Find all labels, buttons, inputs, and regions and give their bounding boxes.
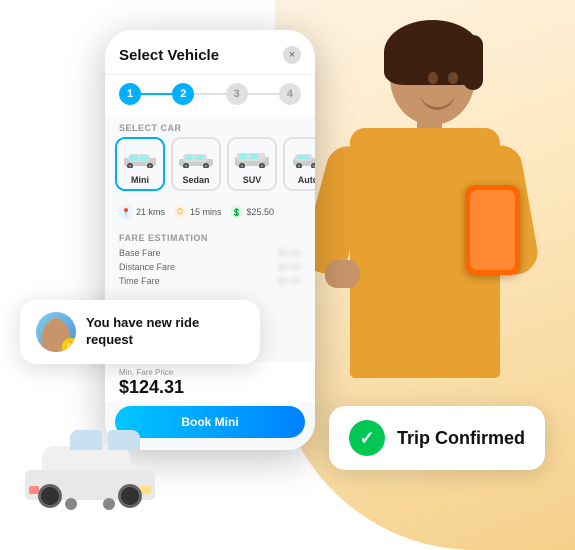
bell-icon: 🔔 (62, 338, 76, 352)
car-sedan-icon-area (177, 145, 215, 173)
car-mini-label: Mini (121, 175, 159, 185)
trip-confirmed-card: ✓ Trip Confirmed (329, 406, 545, 470)
fare-row-base: Base Fare $0.00 (119, 248, 301, 258)
min-fare-label: Min. Fare Price (119, 368, 301, 377)
time-fare-label: Time Fare (119, 276, 160, 286)
screen-title: Select Vehicle (119, 47, 219, 64)
min-fare-section: Min. Fare Price $124.31 (105, 362, 315, 402)
wheel-right (118, 484, 142, 508)
step-line-1 (141, 93, 172, 95)
car-auto-label: Auto (289, 175, 315, 185)
price-value: $25.50 (247, 207, 275, 217)
time-badge: ⏱ 15 mins (173, 205, 222, 219)
car-suv-label: SUV (233, 175, 271, 185)
car-window-right (108, 430, 140, 450)
time-icon: ⏱ (173, 205, 187, 219)
step-2[interactable]: 2 (172, 83, 194, 105)
step-line-3 (248, 93, 279, 95)
car-window-left (70, 430, 102, 450)
driver-avatar: 🔔 (36, 312, 76, 352)
trip-info: 📍 21 kms ⏱ 15 mins 💲 $25.50 (105, 199, 315, 227)
check-circle: ✓ (349, 420, 385, 456)
steps-bar: 1 2 3 4 (105, 75, 315, 117)
book-button[interactable]: Book Mini (115, 406, 305, 438)
car-suv-svg (233, 150, 271, 168)
distance-fare-label: Distance Fare (119, 262, 175, 272)
phone-header: Select Vehicle × (105, 30, 315, 75)
notification-text: You have new ride request (86, 315, 244, 349)
close-button[interactable]: × (283, 46, 301, 64)
checkmark-icon: ✓ (359, 429, 374, 447)
step-1[interactable]: 1 (119, 83, 141, 105)
car-option-auto[interactable]: Auto (283, 137, 315, 191)
car-option-mini[interactable]: Mini (115, 137, 165, 191)
distance-badge: 📍 21 kms (119, 205, 165, 219)
wheel-hub-left (65, 498, 77, 510)
fare-title: FARE ESTIMATION (119, 233, 301, 243)
time-fare-value: $0.00 (278, 276, 301, 286)
ride-request-notification: 🔔 You have new ride request (20, 300, 260, 364)
trip-confirmed-text: Trip Confirmed (397, 428, 525, 449)
car-auto-svg (289, 150, 315, 168)
base-fare-value: $0.00 (278, 248, 301, 258)
step-3[interactable]: 3 (226, 83, 248, 105)
select-car-label: SELECT CAR (105, 117, 315, 137)
car-sedan-svg (177, 150, 215, 168)
step-4[interactable]: 4 (279, 83, 301, 105)
car-mini-icon-area (121, 145, 159, 173)
wheel-left (38, 484, 62, 508)
min-fare-value: $124.31 (119, 377, 301, 398)
time-value: 15 mins (190, 207, 222, 217)
car-body (20, 435, 160, 500)
fare-row-time: Time Fare $0.00 (119, 276, 301, 286)
car-mini-svg (121, 150, 159, 168)
base-fare-label: Base Fare (119, 248, 161, 258)
fare-row-distance: Distance Fare $0.00 (119, 262, 301, 272)
location-icon: 📍 (119, 205, 133, 219)
distance-fare-value: $0.00 (278, 262, 301, 272)
wheel-hub-right (103, 498, 115, 510)
phone-screen: Select Vehicle × 1 2 3 4 SELECT CAR (105, 30, 315, 450)
distance-value: 21 kms (136, 207, 165, 217)
car-option-sedan[interactable]: Sedan (171, 137, 221, 191)
phone-mockup: Select Vehicle × 1 2 3 4 SELECT CAR (105, 30, 315, 450)
step-line-2 (194, 93, 225, 95)
car-option-suv[interactable]: SUV (227, 137, 277, 191)
car-options: Mini Sedan (105, 137, 315, 199)
car-suv-icon-area (233, 145, 271, 173)
car-auto-icon-area (289, 145, 315, 173)
price-icon: 💲 (230, 205, 244, 219)
price-badge: 💲 $25.50 (230, 205, 275, 219)
car-image (20, 435, 160, 500)
car-sedan-label: Sedan (177, 175, 215, 185)
